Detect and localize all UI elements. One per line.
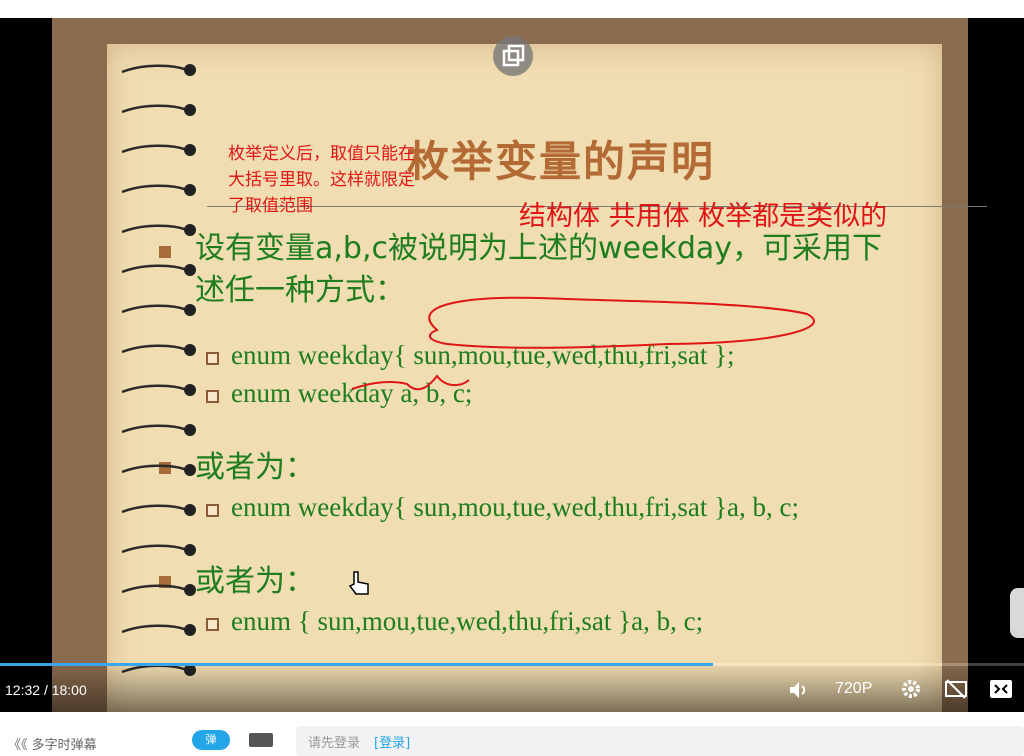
red-annotation-strokes [351, 296, 815, 391]
volume-icon[interactable] [788, 680, 810, 700]
video-player[interactable]: 枚举变量的声明 枚举定义后，取值只能在大括号里取。这样就限定了取值范围 结构体 … [0, 18, 1024, 712]
danmaku-label: 《《 多字时弹幕 [8, 738, 97, 753]
fullscreen-icon[interactable] [989, 679, 1013, 699]
control-bar: 12:32 / 18:00 720P [0, 666, 1024, 712]
settings-icon[interactable] [900, 678, 922, 700]
danmaku-off-icon[interactable] [944, 678, 968, 700]
time-current: 12:32 [5, 682, 41, 698]
cursor-hand-icon [348, 571, 369, 595]
quality-selector[interactable]: 720P [835, 680, 872, 698]
time-display: 12:32 / 18:00 [5, 682, 87, 698]
player-footer: 《《 多字时弹幕 弹 请先登录 [登录] [0, 712, 1024, 756]
danmaku-settings-icon[interactable] [248, 732, 274, 748]
danmaku-input[interactable]: 请先登录 [登录] [296, 726, 1024, 756]
notebook-background: 枚举变量的声明 枚举定义后，取值只能在大括号里取。这样就限定了取值范围 结构体 … [52, 18, 987, 712]
time-total: 18:00 [51, 682, 87, 698]
slide-page: 枚举变量的声明 枚举定义后，取值只能在大括号里取。这样就限定了取值范围 结构体 … [107, 44, 987, 712]
spiral-binding [121, 64, 196, 676]
danmaku-toggle[interactable]: 弹 [192, 730, 230, 750]
top-bar [0, 0, 1024, 19]
time-separator: / [43, 682, 48, 698]
danmaku-toggle-label: 弹 [205, 733, 217, 746]
popout-button[interactable] [493, 36, 533, 76]
side-panel-tab[interactable] [1010, 588, 1024, 638]
popout-icon [502, 44, 525, 67]
